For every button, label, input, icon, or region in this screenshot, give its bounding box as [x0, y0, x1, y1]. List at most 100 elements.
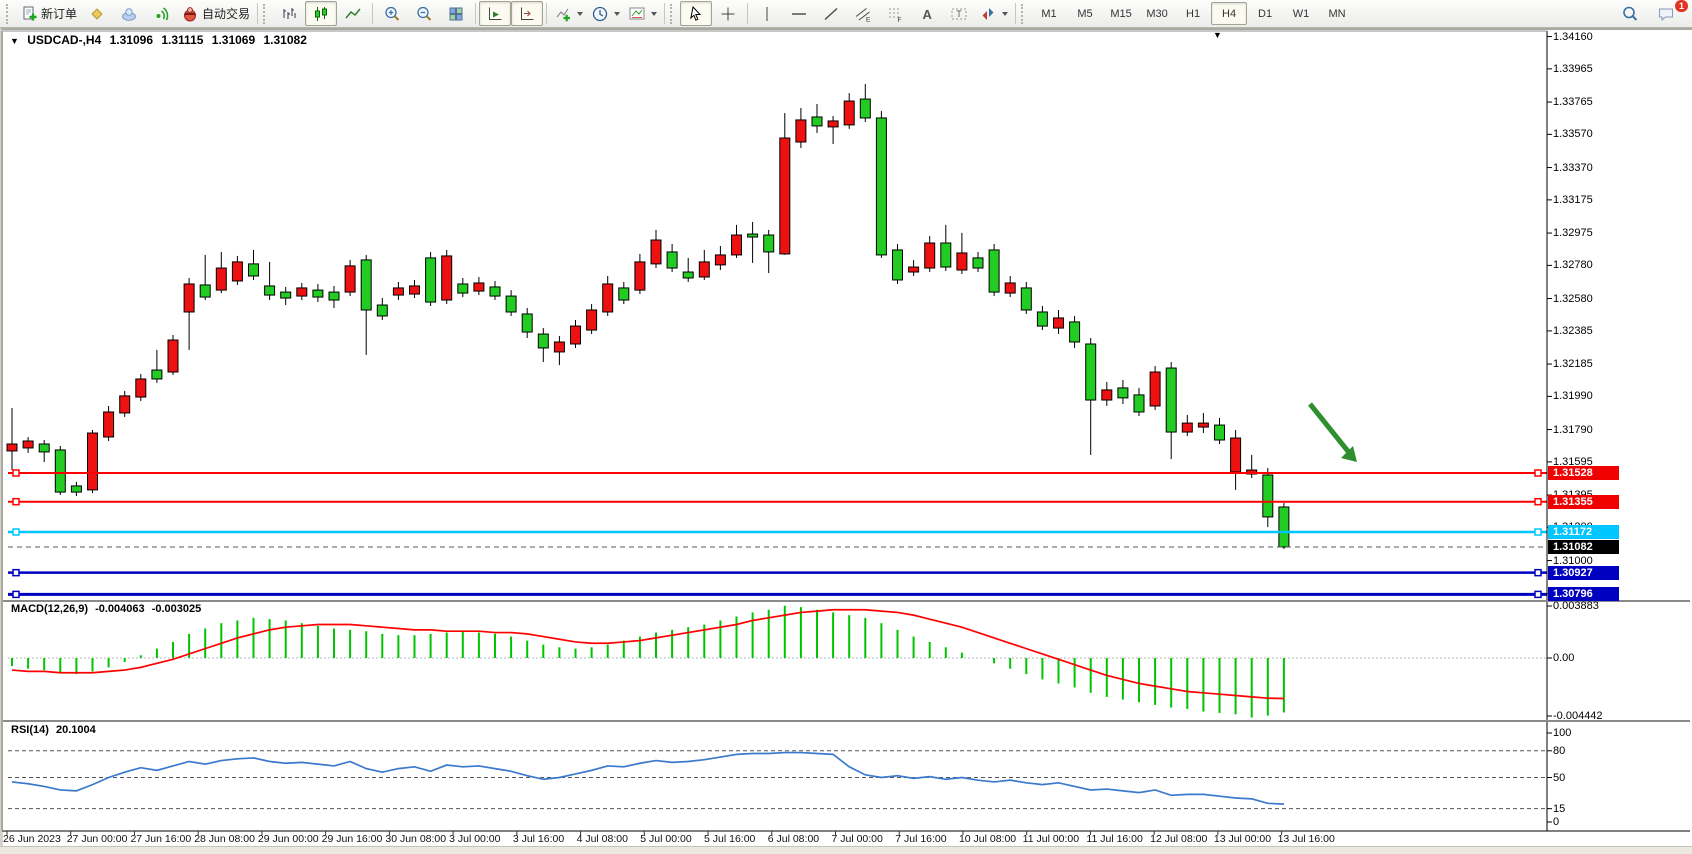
candle	[506, 296, 516, 312]
tf-m30-label: M30	[1146, 8, 1167, 20]
candle	[957, 253, 967, 270]
tf-d1[interactable]: D1	[1247, 2, 1283, 25]
dropdown-caret-icon[interactable]	[651, 12, 657, 16]
tf-h1[interactable]: H1	[1175, 2, 1211, 25]
chat-button[interactable]: 1	[1650, 1, 1682, 26]
hline-handle[interactable]	[13, 470, 19, 476]
candle	[1054, 318, 1064, 328]
crosshair-button[interactable]	[712, 1, 744, 26]
toolbar-grip-handle[interactable]	[6, 4, 12, 24]
candle	[168, 340, 178, 372]
line-chart-button[interactable]	[337, 1, 369, 26]
tf-h4[interactable]: H4	[1211, 2, 1247, 25]
signals-button[interactable]	[145, 1, 177, 26]
zoom-in-button[interactable]	[376, 1, 408, 26]
rsi-indicator-label: RSI(14) 20.1004	[11, 724, 96, 736]
macd-scale-tick: 0.00	[1553, 652, 1574, 664]
autoscroll-button[interactable]	[479, 1, 511, 26]
date-tick: 3 Jul 00:00	[449, 833, 500, 845]
candle	[571, 326, 581, 344]
templates-button[interactable]	[624, 1, 661, 26]
arrows-button[interactable]	[975, 1, 1012, 26]
scroll-to-end-marker[interactable]: ▼	[1213, 30, 1222, 40]
horizontal-line-button[interactable]	[783, 1, 815, 26]
candle-chart-button[interactable]	[305, 1, 337, 26]
candle	[538, 334, 548, 348]
close-value: 1.31082	[264, 33, 307, 47]
dropdown-caret-icon[interactable]	[614, 12, 620, 16]
candle	[1150, 372, 1160, 406]
candle	[281, 292, 291, 298]
periods-button[interactable]	[587, 1, 624, 26]
date-tick: 5 Jul 16:00	[704, 833, 755, 845]
rsi-scale-tick: 50	[1553, 772, 1565, 784]
candle	[1086, 344, 1096, 400]
chart-shift-button[interactable]	[511, 1, 543, 26]
toolbar-grip-handle[interactable]	[670, 4, 676, 24]
low-value: 1.31069	[212, 33, 255, 47]
trendline-button[interactable]	[815, 1, 847, 26]
tf-mn[interactable]: MN	[1319, 2, 1355, 25]
autotrade-button[interactable]: 自动交易	[177, 1, 254, 26]
fibonacci-button[interactable]: F	[879, 1, 911, 26]
toolbar-grip-handle[interactable]	[1021, 4, 1027, 24]
hline-handle[interactable]	[13, 570, 19, 576]
hline-handle[interactable]	[1535, 499, 1541, 505]
svg-text:T: T	[956, 9, 962, 19]
symbol-dropdown-button[interactable]: ▼	[10, 36, 19, 46]
cursor-icon	[687, 5, 705, 23]
dropdown-caret-icon[interactable]	[1002, 12, 1008, 16]
tf-m15[interactable]: M15	[1103, 2, 1139, 25]
hline-handle[interactable]	[13, 499, 19, 505]
candle	[715, 255, 725, 265]
hline-handle[interactable]	[13, 591, 19, 597]
zoom-out-button[interactable]	[408, 1, 440, 26]
channel-button[interactable]: E	[847, 1, 879, 26]
hline-handle[interactable]	[1535, 591, 1541, 597]
hline-handle[interactable]	[1535, 470, 1541, 476]
candle	[474, 283, 484, 291]
candle	[732, 235, 742, 255]
tf-m15-label: M15	[1110, 8, 1131, 20]
bar-chart-button[interactable]	[273, 1, 305, 26]
candle	[1182, 423, 1192, 432]
toolbar-separator	[747, 3, 748, 24]
arrow-annotation[interactable]	[1310, 404, 1351, 455]
date-tick: 7 Jul 16:00	[895, 833, 946, 845]
tile-windows-button[interactable]	[440, 1, 472, 26]
high-value: 1.31115	[161, 33, 203, 47]
candle	[1134, 395, 1144, 412]
hline-icon	[790, 5, 808, 23]
toolbar-grip-handle[interactable]	[263, 4, 269, 24]
vertical-line-button[interactable]	[751, 1, 783, 26]
vline-icon	[758, 5, 776, 23]
dropdown-caret-icon[interactable]	[577, 12, 583, 16]
label-button[interactable]: T	[943, 1, 975, 26]
search-button[interactable]	[1614, 1, 1646, 26]
quotes-button[interactable]	[81, 1, 113, 26]
date-tick: 10 Jul 08:00	[959, 833, 1016, 845]
indicators-button[interactable]	[550, 1, 587, 26]
price-tick: 1.31990	[1553, 390, 1593, 402]
toolbar-separator	[372, 3, 373, 24]
candle	[1215, 425, 1225, 440]
cursor-button[interactable]	[680, 1, 712, 26]
tile-icon	[447, 5, 465, 23]
notification-badge: 1	[1675, 0, 1688, 12]
price-tick: 1.32780	[1553, 259, 1593, 271]
indicators-icon	[554, 5, 572, 23]
zoom-in-icon	[383, 5, 401, 23]
new-order-button[interactable]: 新订单	[16, 1, 81, 26]
price-chart-canvas[interactable]	[0, 0, 1692, 853]
toolbar-separator	[257, 3, 258, 24]
tf-w1[interactable]: W1	[1283, 2, 1319, 25]
signal-icon	[152, 5, 170, 23]
tf-m5[interactable]: M5	[1067, 2, 1103, 25]
hline-handle[interactable]	[13, 529, 19, 535]
tf-m30[interactable]: M30	[1139, 2, 1175, 25]
hline-handle[interactable]	[1535, 529, 1541, 535]
profile-button[interactable]	[113, 1, 145, 26]
hline-handle[interactable]	[1535, 570, 1541, 576]
tf-m1[interactable]: M1	[1031, 2, 1067, 25]
text-button[interactable]: A	[911, 1, 943, 26]
